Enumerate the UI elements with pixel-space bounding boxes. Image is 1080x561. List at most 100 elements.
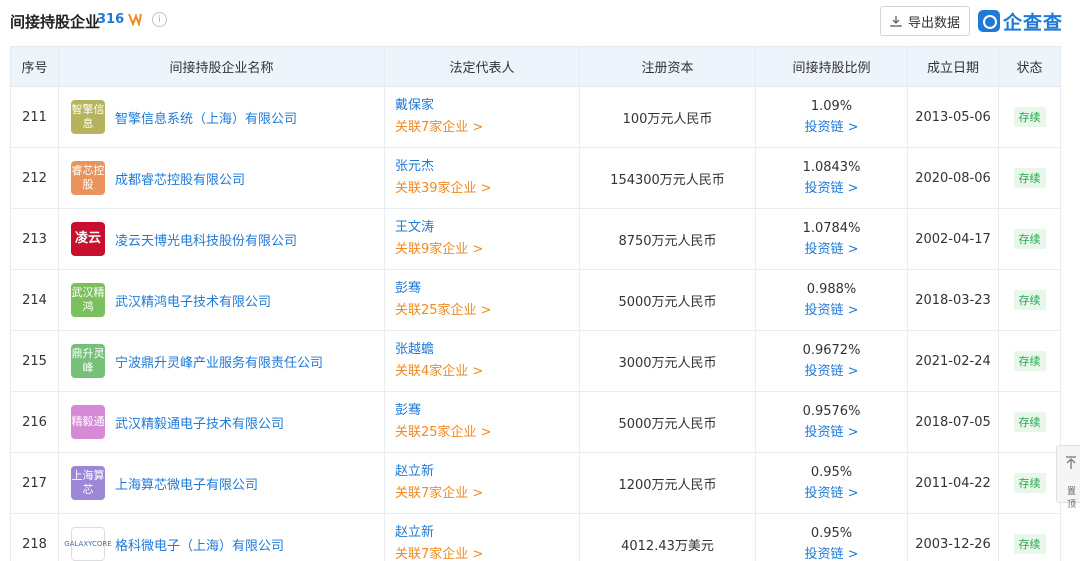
company-name-link[interactable]: 上海算芯微电子有限公司 — [115, 474, 258, 493]
status-cell: 存续 — [998, 86, 1061, 148]
company-cell: 精毅通 武汉精毅通电子技术有限公司 — [58, 391, 385, 453]
company-cell: 鼎升灵峰 宁波鼎升灵峰产业服务有限责任公司 — [58, 330, 385, 392]
legal-rep-cell: 彭骞 关联25家企业 > — [384, 391, 580, 453]
investment-chain-link[interactable]: 投资链 > — [756, 544, 907, 561]
founded-date: 2013-05-06 — [907, 86, 999, 148]
table-row: 216 精毅通 武汉精毅通电子技术有限公司 彭骞 关联25家企业 > 5000万… — [10, 391, 1061, 453]
company-name-link[interactable]: 格科微电子（上海）有限公司 — [115, 535, 284, 554]
legal-rep-link[interactable]: 彭骞 — [395, 278, 579, 300]
company-cell: 凌云 凌云天博光电科技股份有限公司 — [58, 208, 385, 270]
related-companies-link[interactable]: 关联39家企业 > — [395, 178, 579, 200]
legal-rep-cell: 王文涛 关联9家企业 > — [384, 208, 580, 270]
legal-rep-link[interactable]: 王文涛 — [395, 217, 579, 239]
registered-capital: 3000万元人民币 — [579, 330, 756, 392]
related-companies-link[interactable]: 关联7家企业 > — [395, 117, 579, 139]
registered-capital: 1200万元人民币 — [579, 452, 756, 514]
company-logo: 睿芯控股 — [71, 161, 105, 195]
status-badge: 存续 — [1013, 107, 1046, 127]
download-icon — [890, 16, 902, 27]
company-logo: GALAXYCORE — [64, 527, 112, 561]
brand-logo: 企查查 — [978, 8, 1063, 34]
status-cell: 存续 — [998, 330, 1061, 392]
table-row: 218 GALAXYCORE 格科微电子（上海）有限公司 赵立新 关联7家企业 … — [10, 513, 1061, 561]
col-header-no: 序号 — [10, 46, 59, 87]
back-to-top-tab[interactable]: 置顶 — [1056, 445, 1080, 510]
founded-date: 2021-02-24 — [907, 330, 999, 392]
col-header-company: 间接持股企业名称 — [58, 46, 385, 87]
investment-chain-link[interactable]: 投资链 > — [756, 361, 907, 382]
registered-capital: 154300万元人民币 — [579, 147, 756, 209]
row-number: 216 — [10, 391, 59, 453]
col-header-legal-rep: 法定代表人 — [384, 46, 580, 87]
holding-ratio: 1.0784% — [802, 221, 861, 236]
holding-ratio: 0.988% — [806, 282, 857, 297]
founded-date: 2018-07-05 — [907, 391, 999, 453]
holding-ratio-cell: 0.9576% 投资链 > — [755, 391, 908, 453]
status-badge: 存续 — [1013, 534, 1046, 554]
status-cell: 存续 — [998, 513, 1061, 561]
status-cell: 存续 — [998, 391, 1061, 453]
investment-chain-link[interactable]: 投资链 > — [756, 178, 907, 199]
holding-ratio-cell: 0.988% 投资链 > — [755, 269, 908, 331]
legal-rep-link[interactable]: 张元杰 — [395, 156, 579, 178]
related-companies-link[interactable]: 关联7家企业 > — [395, 483, 579, 505]
registered-capital: 5000万元人民币 — [579, 391, 756, 453]
legal-rep-cell: 赵立新 关联7家企业 > — [384, 452, 580, 514]
related-companies-link[interactable]: 关联9家企业 > — [395, 239, 579, 261]
vip-icon — [128, 13, 142, 26]
holding-ratio: 0.95% — [810, 465, 853, 480]
holding-ratio: 0.95% — [810, 526, 853, 541]
holding-ratio-cell: 0.95% 投资链 > — [755, 513, 908, 561]
table-header-row: 序号 间接持股企业名称 法定代表人 注册资本 间接持股比例 成立日期 状态 — [10, 46, 1061, 87]
registered-capital: 100万元人民币 — [579, 86, 756, 148]
company-name-link[interactable]: 武汉精毅通电子技术有限公司 — [115, 413, 284, 432]
company-logo: 鼎升灵峰 — [71, 344, 105, 378]
company-logo: 上海算芯 — [71, 466, 105, 500]
result-count: 316 — [97, 12, 125, 27]
company-logo: 凌云 — [71, 222, 105, 256]
investment-chain-link[interactable]: 投资链 > — [756, 422, 907, 443]
related-companies-link[interactable]: 关联4家企业 > — [395, 361, 579, 383]
related-companies-link[interactable]: 关联25家企业 > — [395, 422, 579, 444]
legal-rep-link[interactable]: 赵立新 — [395, 522, 579, 544]
status-badge: 存续 — [1013, 412, 1046, 432]
investment-chain-link[interactable]: 投资链 > — [756, 483, 907, 504]
legal-rep-link[interactable]: 赵立新 — [395, 461, 579, 483]
info-icon[interactable]: i — [152, 12, 167, 27]
status-badge: 存续 — [1013, 229, 1046, 249]
arrow-up-icon — [1066, 456, 1076, 469]
holding-ratio: 0.9576% — [802, 404, 861, 419]
status-cell: 存续 — [998, 452, 1061, 514]
investment-chain-link[interactable]: 投资链 > — [756, 239, 907, 260]
qcc-logo-icon — [978, 10, 1000, 32]
founded-date: 2018-03-23 — [907, 269, 999, 331]
legal-rep-cell: 张元杰 关联39家企业 > — [384, 147, 580, 209]
status-cell: 存续 — [998, 147, 1061, 209]
company-name-link[interactable]: 宁波鼎升灵峰产业服务有限责任公司 — [115, 352, 323, 371]
section-title: 间接持股企业 — [10, 13, 101, 31]
row-number: 217 — [10, 452, 59, 514]
holding-ratio: 1.09% — [810, 99, 853, 114]
legal-rep-link[interactable]: 彭骞 — [395, 400, 579, 422]
status-badge: 存续 — [1013, 290, 1046, 310]
row-number: 218 — [10, 513, 59, 561]
status-cell: 存续 — [998, 208, 1061, 270]
holding-ratio-cell: 1.0843% 投资链 > — [755, 147, 908, 209]
row-number: 214 — [10, 269, 59, 331]
investment-chain-link[interactable]: 投资链 > — [756, 300, 907, 321]
legal-rep-link[interactable]: 戴保家 — [395, 95, 579, 117]
related-companies-link[interactable]: 关联7家企业 > — [395, 544, 579, 561]
holding-ratio: 1.0843% — [802, 160, 861, 175]
legal-rep-link[interactable]: 张越蟾 — [395, 339, 579, 361]
company-name-link[interactable]: 武汉精鸿电子技术有限公司 — [115, 291, 271, 310]
registered-capital: 8750万元人民币 — [579, 208, 756, 270]
export-button[interactable]: 导出数据 — [880, 6, 970, 36]
company-name-link[interactable]: 智擎信息系统（上海）有限公司 — [115, 108, 297, 127]
investment-chain-link[interactable]: 投资链 > — [756, 117, 907, 138]
table-row: 211 智擎信息 智擎信息系统（上海）有限公司 戴保家 关联7家企业 > 100… — [10, 86, 1061, 148]
table-row: 212 睿芯控股 成都睿芯控股有限公司 张元杰 关联39家企业 > 154300… — [10, 147, 1061, 209]
company-name-link[interactable]: 成都睿芯控股有限公司 — [115, 169, 245, 188]
company-name-link[interactable]: 凌云天博光电科技股份有限公司 — [115, 230, 297, 249]
related-companies-link[interactable]: 关联25家企业 > — [395, 300, 579, 322]
col-header-status: 状态 — [998, 46, 1061, 87]
